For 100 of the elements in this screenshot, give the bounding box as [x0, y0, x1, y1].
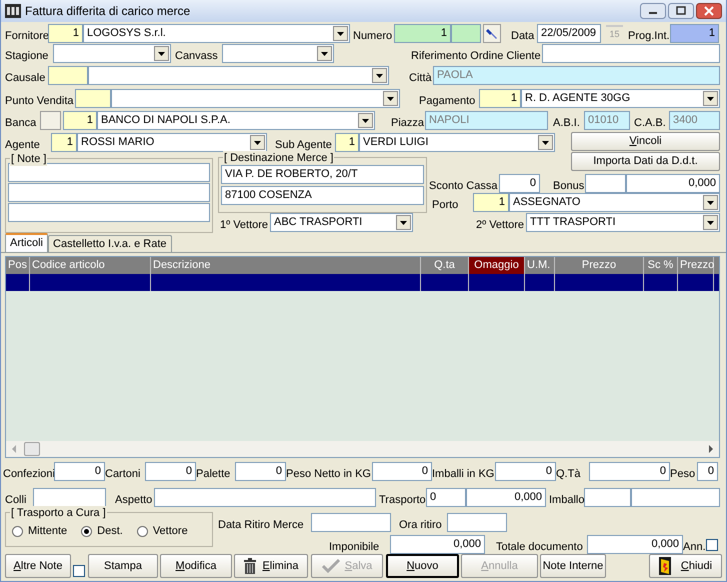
minimize-button[interactable]	[640, 3, 666, 19]
text-field[interactable]: 0	[54, 462, 105, 481]
button[interactable]: Vincoli	[571, 132, 720, 150]
text-field[interactable]	[542, 44, 720, 63]
field-label: C.A.B.	[634, 116, 666, 130]
field-label: Sub Agente	[275, 138, 332, 152]
text-field[interactable]: 0	[495, 462, 556, 481]
code-field[interactable]: 1	[335, 133, 359, 152]
caret-icon[interactable]	[358, 113, 373, 128]
dropdown[interactable]: TTT TRASPORTI	[526, 213, 720, 232]
note-field[interactable]	[8, 163, 210, 182]
caret-icon[interactable]	[703, 215, 718, 230]
text-field[interactable]	[585, 174, 626, 193]
caret-icon[interactable]	[383, 91, 398, 106]
field-label: A.B.I.	[553, 116, 580, 130]
text-field[interactable]: 0	[697, 462, 718, 481]
code-field[interactable]	[48, 66, 88, 85]
column-header[interactable]: Omaggio	[469, 257, 525, 274]
text-field[interactable]: NAPOLI	[425, 111, 548, 130]
dropdown[interactable]: BANCO DI NAPOLI S.P.A.	[97, 111, 375, 130]
tab[interactable]: Articoli	[5, 233, 48, 252]
code-field[interactable]	[75, 89, 111, 108]
radio-button[interactable]: Vettore	[136, 522, 188, 540]
time-field[interactable]	[447, 513, 507, 532]
radio-button[interactable]: Dest.	[81, 522, 123, 540]
caret-icon[interactable]	[317, 46, 332, 61]
dropdown[interactable]: ROSSI MARIO	[77, 133, 267, 152]
text-field[interactable]: PAOLA	[433, 66, 720, 85]
caret-icon[interactable]	[538, 135, 553, 150]
button[interactable]: Modifica	[160, 554, 232, 578]
button[interactable]: Elimina	[234, 554, 308, 578]
button[interactable]: Note Interne	[540, 554, 606, 578]
dropdown[interactable]: LOGOSYS S.r.l.	[83, 24, 350, 43]
date-field[interactable]	[311, 513, 391, 532]
text-field[interactable]	[584, 488, 631, 507]
caret-icon[interactable]	[154, 46, 169, 61]
note-field[interactable]	[8, 183, 210, 202]
group-title: [ Destinazione Merce ]	[223, 151, 334, 165]
scrollbar-thumb[interactable]	[24, 442, 40, 456]
maximize-button[interactable]	[668, 3, 694, 19]
column-header[interactable]: Pos	[6, 257, 30, 274]
caret-icon[interactable]	[250, 135, 265, 150]
text-field[interactable]: 3400	[669, 111, 720, 130]
text-field[interactable]: 0,000	[626, 174, 720, 193]
date-field[interactable]: 22/05/2009	[537, 24, 601, 43]
address-field[interactable]: VIA P. DE ROBERTO, 20/T	[221, 165, 424, 184]
text-field[interactable]: 0	[426, 488, 466, 507]
button[interactable]: Nuovo	[386, 554, 459, 578]
button[interactable]: Altre Note	[5, 554, 71, 578]
button[interactable]: Stampa	[88, 554, 158, 578]
radio-button[interactable]: Mittente	[12, 522, 68, 540]
dropdown[interactable]: ABC TRASPORTI	[270, 213, 413, 232]
caret-icon[interactable]	[396, 215, 411, 230]
number-suffix-field[interactable]	[451, 24, 481, 43]
text-field[interactable]: 0,000	[466, 488, 546, 507]
field-label: Riferimento Ordine Cliente	[411, 49, 541, 63]
column-header[interactable]: Prezzo	[678, 257, 714, 274]
note-field[interactable]	[8, 203, 210, 222]
caret-icon[interactable]	[333, 26, 348, 41]
horizontal-scrollbar[interactable]	[6, 441, 719, 457]
checkbox[interactable]	[706, 538, 718, 550]
text-field[interactable]: 01010	[584, 111, 630, 130]
text-field[interactable]: 0	[589, 462, 670, 481]
checkbox[interactable]	[73, 565, 85, 577]
address-field[interactable]: 87100 COSENZA	[221, 186, 424, 205]
field-label: Colli	[5, 493, 26, 507]
button[interactable]: Chiudi	[649, 554, 722, 578]
tab[interactable]: Castelletto I.v.a. e Rate	[48, 235, 172, 252]
caret-icon[interactable]	[372, 68, 387, 83]
code-field[interactable]: 1	[51, 133, 77, 152]
column-header[interactable]: Descrizione	[151, 257, 421, 274]
text-field[interactable]: 0,000	[390, 535, 485, 554]
dropdown[interactable]: R. D. AGENTE 30GG	[521, 89, 720, 108]
bank-lookup-button[interactable]	[40, 111, 61, 130]
code-field[interactable]: 1	[48, 24, 83, 43]
code-field[interactable]: 1	[473, 193, 509, 212]
text-field[interactable]	[33, 488, 106, 507]
field-label: Punto Vendita	[5, 94, 74, 108]
close-button[interactable]	[696, 3, 722, 19]
button[interactable]: Importa Dati da D.d.t.	[571, 152, 720, 171]
code-field[interactable]: 1	[63, 111, 97, 130]
code-field[interactable]: 1	[479, 89, 521, 108]
number-field[interactable]: 1	[394, 24, 451, 43]
text-field[interactable]: 0,000	[587, 535, 683, 554]
text-field[interactable]: 0	[145, 462, 196, 481]
text-field[interactable]: 0	[499, 174, 540, 193]
dropdown[interactable]: VERDI LUIGI	[359, 133, 555, 152]
column-header[interactable]: U.M.	[525, 257, 555, 274]
text-field[interactable]	[154, 488, 376, 507]
text-field[interactable]	[631, 488, 720, 507]
caret-icon[interactable]	[703, 195, 718, 210]
lookup-button[interactable]	[483, 24, 501, 43]
field-label: Banca	[5, 116, 36, 130]
text-field[interactable]: 0	[235, 462, 286, 481]
dropdown[interactable]: ASSEGNATO	[509, 193, 720, 212]
counter-field[interactable]: 1	[670, 24, 719, 43]
caret-icon[interactable]	[703, 91, 718, 106]
column-header[interactable]: Codice articolo	[30, 257, 151, 274]
text-field[interactable]: 0	[372, 462, 432, 481]
field-label: Causale	[5, 71, 46, 85]
